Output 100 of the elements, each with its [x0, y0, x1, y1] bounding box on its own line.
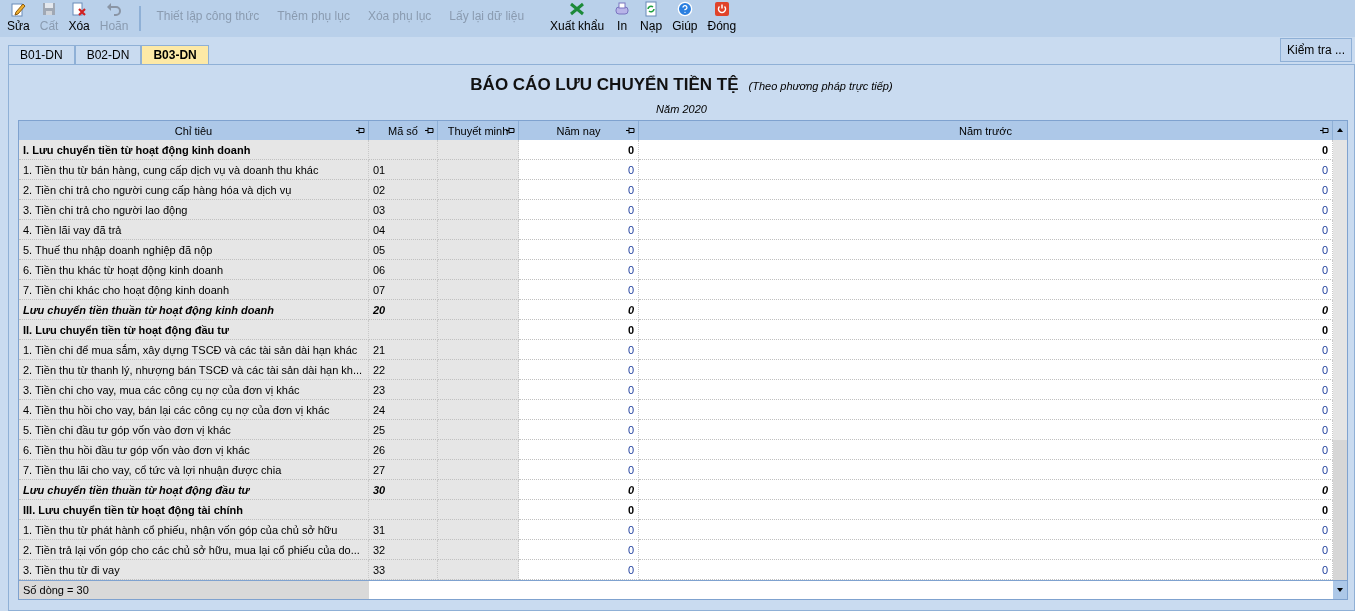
- toolbar-button[interactable]: Sửa: [2, 0, 35, 37]
- table-cell: 0: [519, 220, 639, 240]
- undo-arrow-icon: [106, 1, 123, 17]
- table-cell: 4. Tiền lãi vay đã trả: [19, 220, 369, 240]
- table-cell: Lưu chuyển tiền thuần từ hoạt động kinh doanh: [19, 300, 369, 320]
- table-cell: 06: [369, 260, 438, 280]
- table-cell: [369, 320, 438, 340]
- pin-icon[interactable]: [425, 126, 434, 135]
- toolbar-button[interactable]: Xóa: [63, 0, 95, 37]
- toolbar-button[interactable]: In: [609, 0, 636, 37]
- tab[interactable]: B01-DN: [8, 45, 75, 64]
- table-cell: 0: [519, 320, 639, 340]
- delete-icon: [71, 1, 88, 17]
- table-cell: [369, 140, 438, 160]
- pin-icon[interactable]: [356, 126, 365, 135]
- table-cell: 33: [369, 560, 438, 580]
- table-cell: 6. Tiền thu khác từ hoạt động kinh doanh: [19, 260, 369, 280]
- table-cell: 0: [519, 400, 639, 420]
- table-cell: 0: [639, 440, 1333, 460]
- table-cell: 4. Tiền thu hồi cho vay, bán lại các công cụ nợ của đơn vị khác: [19, 400, 369, 420]
- table-cell: 0: [639, 320, 1333, 340]
- table-cell: 01: [369, 160, 438, 180]
- spreadsheet-icon: [569, 1, 586, 17]
- table-cell: 0: [519, 280, 639, 300]
- table-cell: 0: [639, 180, 1333, 200]
- table-cell: 0: [639, 400, 1333, 420]
- table-cell: 0: [639, 520, 1333, 540]
- table-cell: 0: [639, 480, 1333, 500]
- tab[interactable]: B02-DN: [74, 45, 142, 64]
- toolbar-button[interactable]: Nạp: [635, 0, 668, 37]
- table-cell: 0: [639, 360, 1333, 380]
- table-cell: 0: [519, 380, 639, 400]
- table-cell: 3. Tiền chi trả cho người lao động: [19, 200, 369, 220]
- table-cell: 30: [369, 480, 438, 500]
- table-cell: 0: [639, 260, 1333, 280]
- table-cell: 0: [519, 520, 639, 540]
- table-cell: 27: [369, 460, 438, 480]
- printer-icon: [614, 1, 631, 17]
- table-cell: 0: [519, 360, 639, 380]
- table-cell: 6. Tiền thu hồi đầu tư góp vốn vào đơn vị khác: [19, 440, 369, 460]
- table-cell: I. Lưu chuyển tiền từ hoạt động kinh doanh: [19, 140, 369, 160]
- table-cell: 0: [639, 140, 1333, 160]
- table-cell: 0: [519, 240, 639, 260]
- table-cell: 0: [639, 220, 1333, 240]
- table-cell: 0: [519, 140, 639, 160]
- toolbar-button[interactable]: Xuất khẩu: [545, 0, 610, 37]
- table-cell: 0: [519, 300, 639, 320]
- table-cell: 0: [519, 180, 639, 200]
- report-title: BÁO CÁO LƯU CHUYỂN TIỀN TỆ: [470, 75, 739, 95]
- table-cell: 0: [519, 420, 639, 440]
- table-cell: [369, 500, 438, 520]
- pin-icon[interactable]: [1320, 126, 1329, 135]
- scrollbar[interactable]: [1333, 140, 1347, 580]
- table-cell: 0: [639, 500, 1333, 520]
- table-cell: 22: [369, 360, 438, 380]
- table-cell: 32: [369, 540, 438, 560]
- table-cell: 0: [519, 260, 639, 280]
- table-cell: 07: [369, 280, 438, 300]
- table-cell: 3. Tiền chi cho vay, mua các công cụ nợ của đơn vị khác: [19, 380, 369, 400]
- pencil-icon: [10, 1, 27, 17]
- table-cell: 0: [639, 420, 1333, 440]
- table-cell: 0: [639, 560, 1333, 580]
- toolbar-button[interactable]: Giúp: [667, 0, 703, 37]
- table-cell: 24: [369, 400, 438, 420]
- table-cell: 21: [369, 340, 438, 360]
- table-cell: 7. Tiền thu lãi cho vay, cổ tức và lợi nhuận được chia: [19, 460, 369, 480]
- table-cell: 0: [519, 560, 639, 580]
- table-cell: 03: [369, 200, 438, 220]
- table-cell: 2. Tiền thu từ thanh lý, nhượng bán TSCĐ và các tài sản dài hạn kh...: [19, 360, 369, 380]
- table-cell: 0: [639, 380, 1333, 400]
- table-cell: 0: [519, 440, 639, 460]
- toolbar-button[interactable]: Đóng: [702, 0, 742, 37]
- table-cell: 0: [639, 160, 1333, 180]
- table-cell: 20: [369, 300, 438, 320]
- row-count: Số dòng = 30: [19, 581, 369, 599]
- help-icon: [676, 1, 693, 17]
- table-cell: 2. Tiền chi trả cho người cung cấp hàng hóa và dịch vụ: [19, 180, 369, 200]
- pin-icon[interactable]: [626, 126, 635, 135]
- table-cell: 1. Tiền chi để mua sắm, xây dựng TSCĐ và các tài sản dài hạn khác: [19, 340, 369, 360]
- tab[interactable]: B03-DN: [141, 45, 209, 64]
- pin-icon[interactable]: [506, 126, 515, 135]
- table-cell: 0: [519, 480, 639, 500]
- report-year: Năm 2020: [655, 103, 708, 115]
- table-cell: Lưu chuyển tiền thuần từ hoạt động đầu tư: [19, 480, 369, 500]
- table-cell: 0: [519, 500, 639, 520]
- table-cell: 25: [369, 420, 438, 440]
- table-cell: 0: [639, 540, 1333, 560]
- table-cell: 2. Tiền trả lại vốn góp cho các chủ sở hữu, mua lại cổ phiếu của do...: [19, 540, 369, 560]
- table-cell: 0: [639, 340, 1333, 360]
- table-cell: 05: [369, 240, 438, 260]
- table-cell: 1. Tiền thu từ phát hành cổ phiếu, nhận vốn góp của chủ sở hữu: [19, 520, 369, 540]
- table-cell: 3. Tiền thu từ đi vay: [19, 560, 369, 580]
- table-cell: 0: [639, 300, 1333, 320]
- power-icon: [713, 1, 730, 17]
- table-cell: 26: [369, 440, 438, 460]
- table-cell: 04: [369, 220, 438, 240]
- check-button[interactable]: Kiểm tra ...: [1280, 38, 1352, 62]
- table-cell: 0: [519, 200, 639, 220]
- table-cell: 23: [369, 380, 438, 400]
- table-cell: 02: [369, 180, 438, 200]
